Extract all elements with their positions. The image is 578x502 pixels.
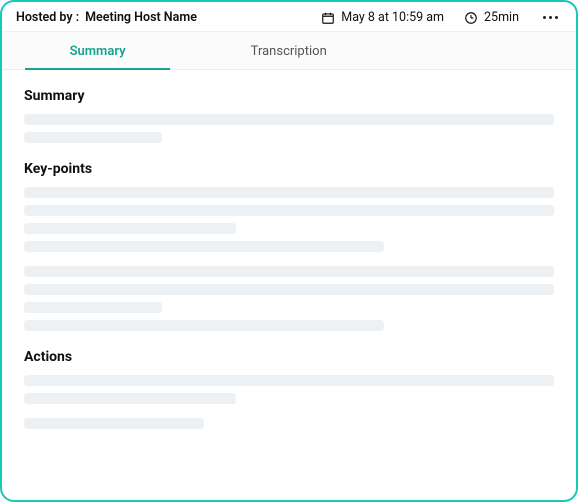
skeleton-line: [24, 418, 204, 429]
section-keypoints-title: Key-points: [24, 161, 554, 177]
section-summary-title: Summary: [24, 88, 554, 104]
section-summary: Summary: [24, 88, 554, 143]
skeleton-line: [24, 266, 554, 277]
calendar-icon: [321, 10, 335, 25]
more-button[interactable]: [539, 16, 562, 19]
tabs: Summary Transcription: [2, 32, 576, 70]
section-keypoints: Key-points: [24, 161, 554, 331]
date-text: May 8 at 10:59 am: [341, 10, 444, 25]
skeleton-line: [24, 302, 162, 313]
skeleton-line: [24, 223, 236, 234]
host-name: Meeting Host Name: [85, 10, 197, 25]
meeting-header: Hosted by : Meeting Host Name May 8 at 1…: [2, 2, 576, 32]
skeleton-line: [24, 393, 236, 404]
skeleton-line: [24, 284, 554, 295]
tab-summary[interactable]: Summary: [2, 32, 193, 69]
meeting-duration: 25min: [464, 10, 519, 25]
section-actions: Actions: [24, 349, 554, 429]
more-icon: [543, 16, 546, 19]
content-area: Summary Key-points Actions: [2, 70, 576, 471]
section-actions-title: Actions: [24, 349, 554, 365]
skeleton-line: [24, 187, 554, 198]
duration-text: 25min: [484, 10, 519, 25]
skeleton-line: [24, 205, 554, 216]
skeleton-line: [24, 320, 384, 331]
hosted-by-label: Hosted by :: [16, 10, 79, 25]
skeleton-line: [24, 132, 162, 143]
meeting-date: May 8 at 10:59 am: [321, 10, 444, 25]
skeleton-line: [24, 241, 384, 252]
tab-transcription[interactable]: Transcription: [193, 32, 384, 69]
skeleton-line: [24, 375, 554, 386]
clock-icon: [464, 10, 478, 25]
meeting-summary-window: Hosted by : Meeting Host Name May 8 at 1…: [0, 0, 578, 502]
skeleton-line: [24, 114, 554, 125]
